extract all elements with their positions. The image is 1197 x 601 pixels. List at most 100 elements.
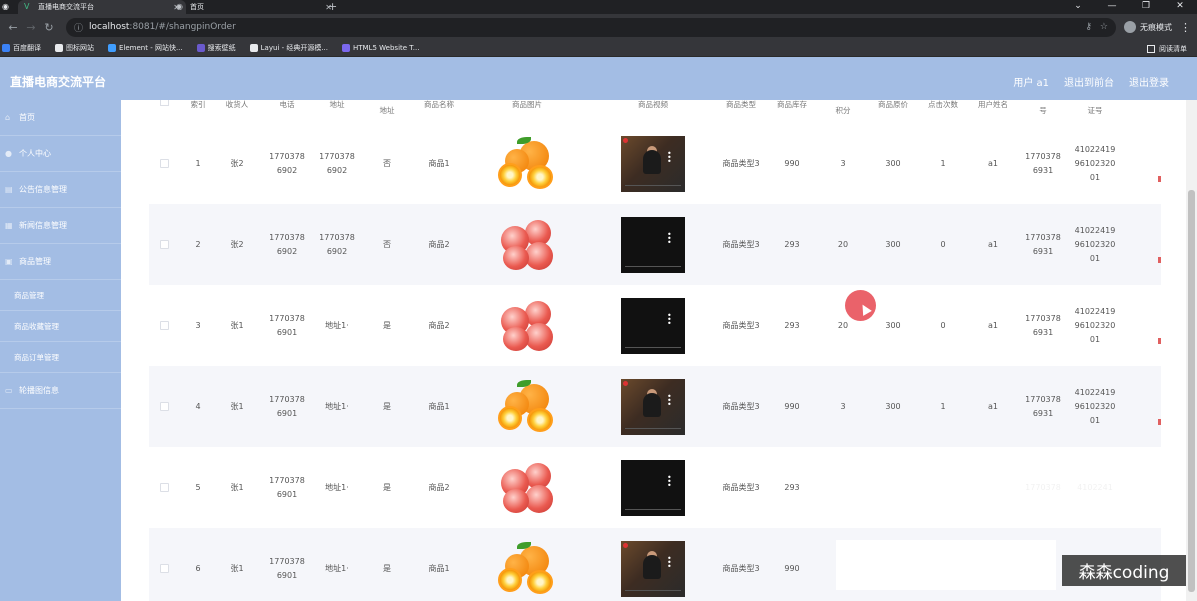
row-checkbox[interactable] — [160, 321, 169, 330]
incognito-indicator[interactable]: 无痕模式 — [1124, 21, 1172, 33]
idx-text: 1 — [195, 158, 201, 168]
bookmark-item[interactable]: Layui - 经典开源模... — [249, 43, 328, 53]
cell-phone: 17703786901 — [269, 366, 305, 447]
video-player[interactable]: • • • — [621, 540, 685, 597]
forward-icon[interactable]: → — [22, 21, 40, 34]
sidebar-subitem-favorites[interactable]: 商品收藏管理 — [0, 311, 121, 342]
sidebar-item-news[interactable]: ▦ 新闻信息管理 — [0, 208, 121, 244]
video-player[interactable]: • • • — [621, 378, 685, 435]
phone-text: 17703786901 — [269, 394, 305, 418]
cell-phone: 17703786902 — [269, 123, 305, 204]
orange-image — [497, 135, 559, 193]
apple-image — [497, 216, 559, 274]
product-icon: ▣ — [5, 256, 13, 266]
sidebar-item-carousel[interactable]: ▭ 轮播图信息 — [0, 373, 121, 409]
cell-idx: 1 — [183, 123, 213, 204]
cell-default: 是 — [369, 447, 405, 528]
cell-address: 地址1· — [319, 285, 355, 366]
chevron-down-icon[interactable]: ⌄ — [1061, 0, 1095, 14]
reload-icon[interactable]: ↻ — [40, 21, 58, 34]
video-player[interactable]: • • • — [621, 216, 685, 273]
apps-icon — [2, 44, 10, 52]
points-text: 3 — [840, 401, 846, 411]
sidebar-subitem-products[interactable]: 商品管理 — [0, 280, 121, 311]
row-checkbox[interactable] — [160, 402, 169, 411]
cell-name: 商品2 — [417, 447, 461, 528]
sidebar-item-home[interactable]: ⌂ 首页 — [0, 100, 121, 136]
tab-title: 首页 — [190, 3, 204, 11]
video-menu-icon[interactable]: • • • — [667, 149, 672, 165]
cell-name: 商品1 — [417, 123, 461, 204]
phone-text: 17703786901 — [269, 475, 305, 499]
cell-stock: 990 — [769, 366, 815, 447]
incognito-icon — [1124, 21, 1136, 33]
bookmark-item[interactable]: Element - 网站快... — [108, 43, 183, 53]
name-text: 商品1 — [428, 158, 450, 168]
cell-phone: 17703786901 — [269, 528, 305, 601]
scrollbar-thumb[interactable] — [1188, 190, 1195, 592]
clicks-text: 1 — [940, 401, 946, 411]
restore-icon[interactable]: ❐ — [1129, 0, 1163, 14]
logout-link[interactable]: 退出登录 — [1129, 74, 1169, 89]
table-row: 1 张2 17703786902 17703786902 否 商品1 • • • 商品类型3 990… — [149, 123, 1161, 204]
more-menu-icon[interactable]: ⋮ — [1180, 21, 1191, 34]
video-menu-icon[interactable]: • • • — [667, 392, 672, 408]
key-icon[interactable]: ⚷ — [1085, 22, 1092, 32]
row-checkbox[interactable] — [160, 564, 169, 573]
video-menu-icon[interactable]: • • • — [667, 473, 672, 489]
cell-price: 300 — [871, 366, 915, 447]
minimize-icon[interactable]: — — [1095, 0, 1129, 14]
vertical-scrollbar[interactable] — [1186, 100, 1197, 601]
to-frontend-link[interactable]: 退出到前台 — [1064, 74, 1114, 89]
video-player[interactable]: • • • — [621, 135, 685, 192]
cell-receiver: 张2 — [219, 123, 255, 204]
user-link[interactable]: 用户 a1 — [1013, 74, 1049, 89]
info-icon[interactable]: ⓘ — [74, 21, 83, 34]
cell-type: 商品类型3 — [717, 204, 765, 285]
video-player[interactable]: • • • — [621, 459, 685, 516]
video-menu-icon[interactable]: • • • — [667, 230, 672, 246]
sidebar-item-notices[interactable]: ▤ 公告信息管理 — [0, 172, 121, 208]
video-menu-icon[interactable]: • • • — [667, 554, 672, 570]
default-text: 是 — [383, 563, 391, 573]
tab-active[interactable]: V 直播电商交流平台 ✕ — [18, 0, 186, 14]
row-checkbox[interactable] — [160, 159, 169, 168]
wallpaper-icon — [196, 44, 205, 52]
close-window-icon[interactable]: ✕ — [1163, 0, 1197, 14]
row-checkbox[interactable] — [160, 483, 169, 492]
sidebar-item-products[interactable]: ▣ 商品管理 — [0, 244, 121, 280]
row-action-edge[interactable] — [1158, 257, 1161, 263]
cell-type: 商品类型3 — [717, 366, 765, 447]
default-text: 否 — [383, 239, 391, 249]
row-action-edge[interactable] — [1158, 338, 1161, 344]
idx-text: 5 — [195, 482, 201, 492]
reading-list[interactable]: 阅读清单 — [1147, 44, 1187, 54]
bookmark-item[interactable]: 搜索壁纸 — [196, 43, 236, 53]
tab-inactive[interactable]: ◉ 首页 ✕ — [170, 0, 338, 14]
new-tab-icon[interactable]: + — [328, 0, 337, 13]
bookmark-item[interactable]: 百度翻译 — [2, 43, 41, 53]
url-input[interactable]: ⓘ localhost :8081/#/shangpinOrder ⚷ ☆ — [66, 17, 1116, 37]
carousel-icon: ▭ — [5, 385, 13, 395]
bookmark-item[interactable]: 图标网站 — [55, 43, 94, 53]
table-row: 3 张1 17703786901 地址1· 是 商品2 • • • 商品类型3 293 20 300 0 a… — [149, 285, 1161, 366]
bookmark-item[interactable]: HTML5 Website T... — [342, 44, 419, 52]
sidebar-subitem-orders[interactable]: 商品订单管理 — [0, 342, 121, 373]
row-checkbox[interactable] — [160, 240, 169, 249]
incognito-label: 无痕模式 — [1140, 22, 1172, 32]
star-icon[interactable]: ☆ — [1100, 22, 1108, 32]
browser-menu-icon[interactable]: ◉ — [2, 2, 12, 12]
address-text: 17703786902 — [319, 151, 355, 175]
bookmarks-bar: 百度翻译 图标网站 Element - 网站快... 搜索壁纸 Layui - … — [0, 40, 1197, 57]
video-player[interactable]: • • • — [621, 297, 685, 354]
row-action-edge[interactable] — [1158, 419, 1161, 425]
row-action-edge[interactable] — [1158, 176, 1161, 182]
select-all-checkbox[interactable] — [160, 100, 169, 106]
cell-default: 是 — [369, 528, 405, 601]
sidebar-item-profile[interactable]: ● 个人中心 — [0, 136, 121, 172]
video-menu-icon[interactable]: • • • — [667, 311, 672, 327]
cell-name: 商品1 — [417, 366, 461, 447]
product-image-cell — [497, 204, 559, 285]
back-icon[interactable]: ← — [4, 21, 22, 34]
col-stock: 商品库存 — [777, 100, 807, 109]
